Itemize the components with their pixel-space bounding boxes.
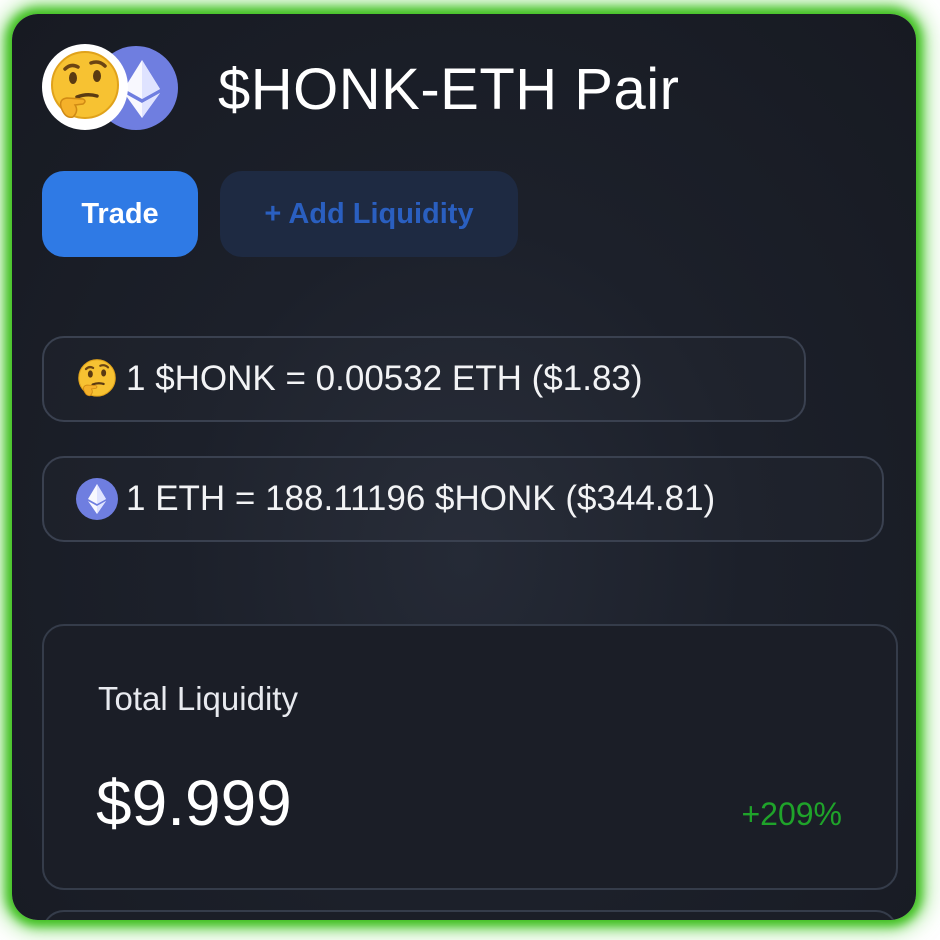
eth-honk-rate: 1 ETH = 188.11196 $HONK ($344.81) (42, 456, 884, 542)
total-liquidity-card: Total Liquidity $9.999 +209% (42, 624, 898, 890)
honk-eth-rate: 1 $HONK = 0.00532 ETH ($1.83) (42, 336, 806, 422)
trade-tab[interactable]: Trade (42, 171, 198, 257)
page-title: $HONK-ETH Pair (218, 56, 680, 122)
honk-eth-rate-text: 1 $HONK = 0.00532 ETH ($1.83) (126, 359, 643, 398)
thinking-face-icon (42, 44, 128, 130)
ethereum-icon (76, 478, 118, 520)
action-tabs: Trade + Add Liquidity (42, 171, 518, 257)
pair-card: $HONK-ETH Pair Trade + Add Liquidity 1 $… (12, 14, 916, 920)
total-liquidity-value: $9.999 (96, 767, 292, 839)
token-pair-icons (42, 44, 178, 134)
eth-honk-rate-text: 1 ETH = 188.11196 $HONK ($344.81) (126, 479, 716, 518)
add-liquidity-tab[interactable]: + Add Liquidity (220, 171, 518, 257)
liquidity-change-badge: +209% (741, 796, 842, 832)
pair-header: $HONK-ETH Pair (42, 44, 679, 134)
thinking-face-icon (76, 358, 118, 400)
total-liquidity-label: Total Liquidity (98, 680, 298, 717)
next-card-edge (42, 910, 898, 920)
